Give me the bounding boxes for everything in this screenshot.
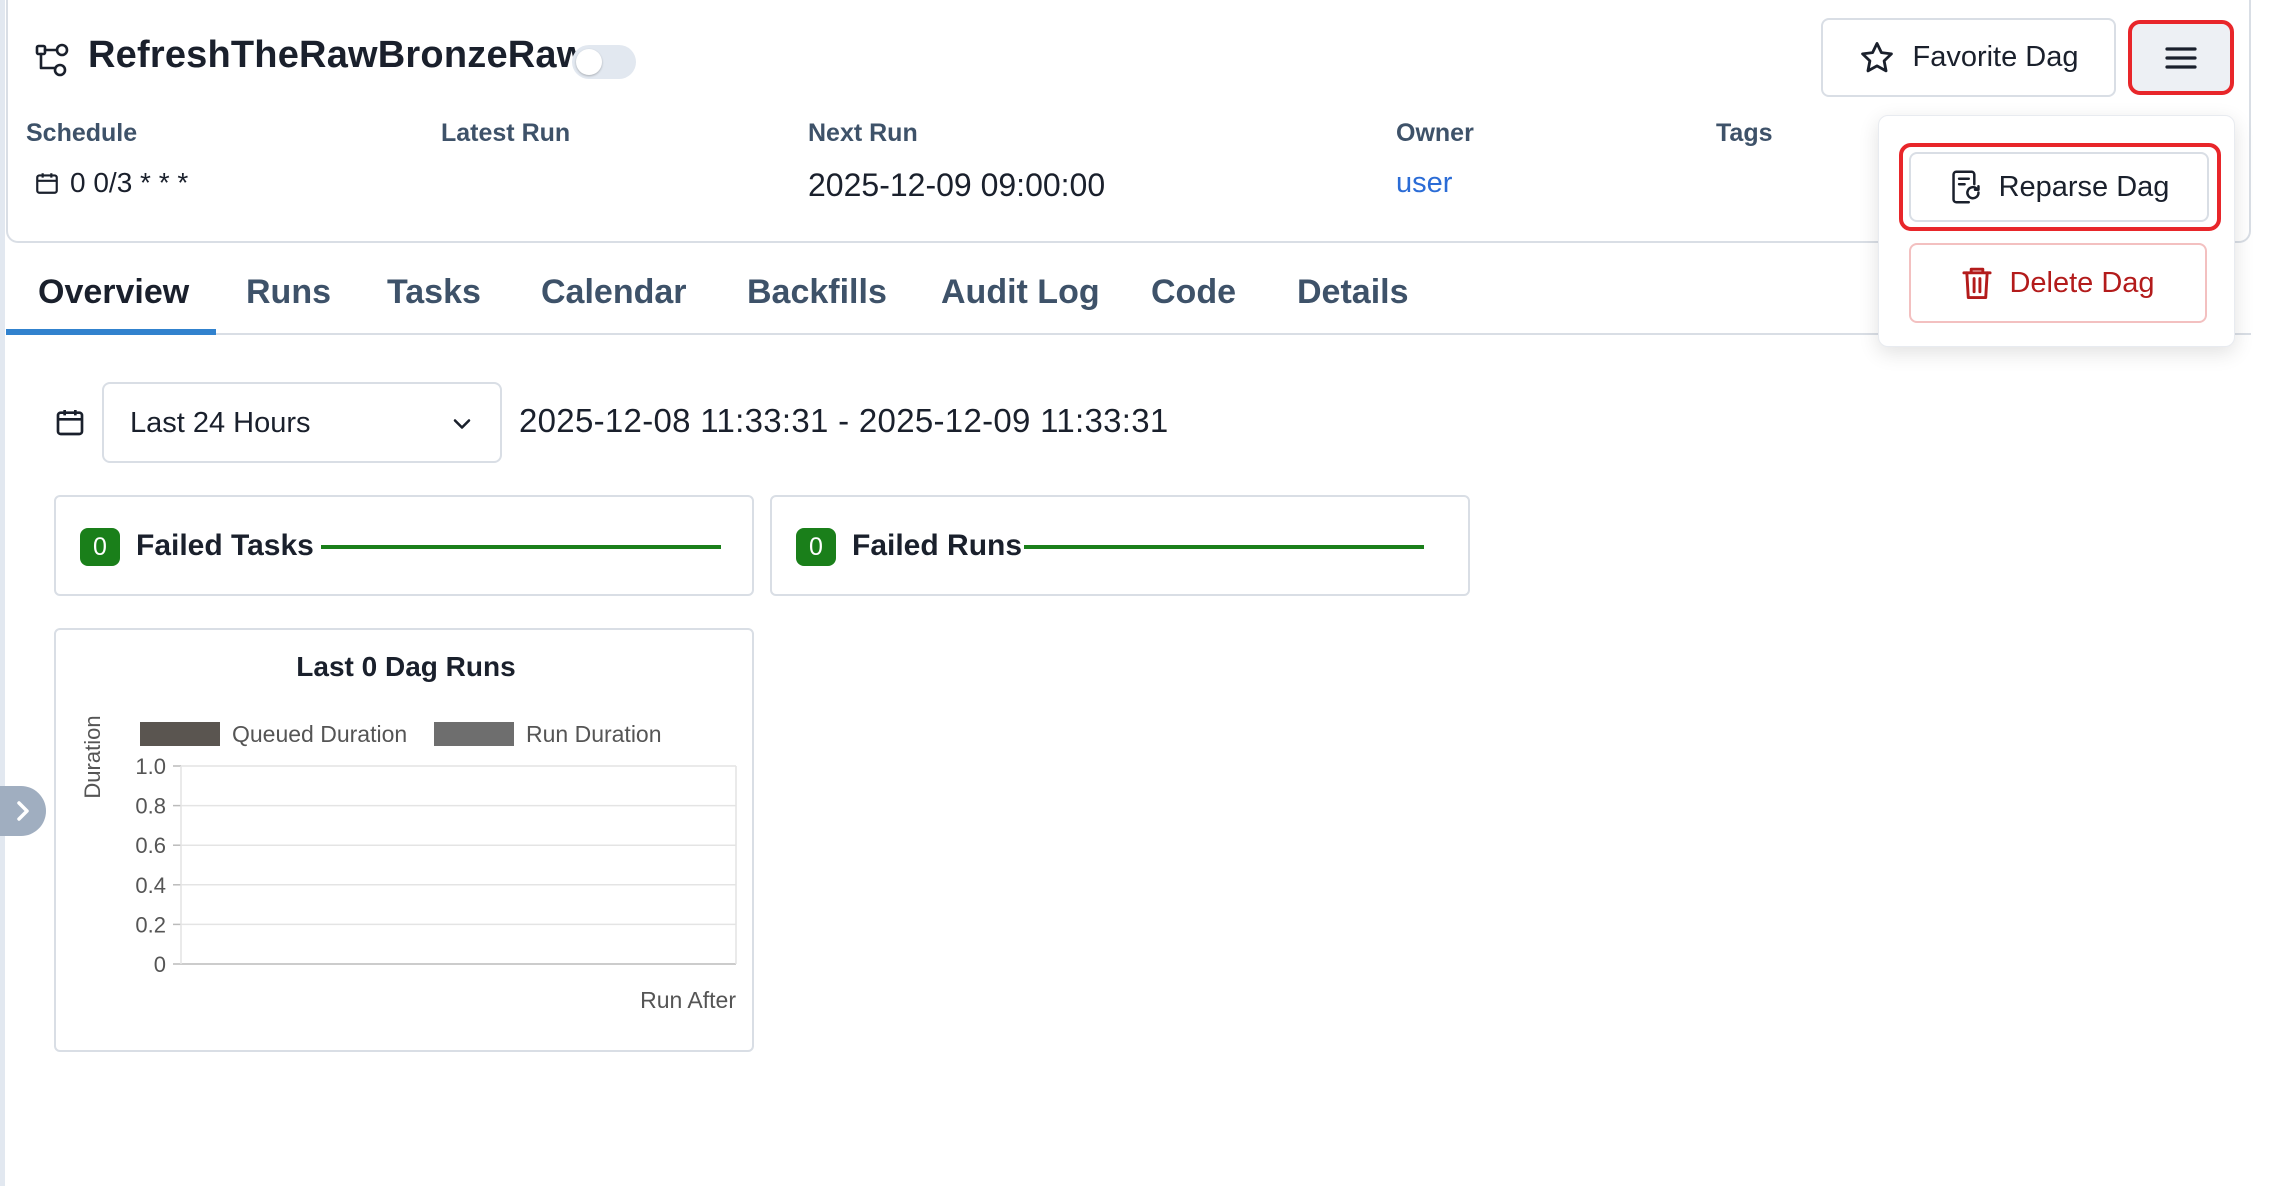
delete-dag-button[interactable]: Delete Dag bbox=[1909, 243, 2207, 323]
time-range-value: Last 24 Hours bbox=[130, 407, 311, 439]
y-tick-label: 1.0 bbox=[135, 754, 166, 779]
tags-label: Tags bbox=[1716, 119, 1773, 147]
schedule-cron: 0 0/3 * * * bbox=[70, 167, 189, 198]
y-axis-label: Duration bbox=[80, 715, 105, 798]
dag-icon bbox=[35, 43, 69, 77]
date-range-text: 2025-12-08 11:33:31 - 2025-12-09 11:33:3… bbox=[519, 402, 1169, 439]
tab-details[interactable]: Details bbox=[1297, 273, 1409, 312]
active-tab-indicator bbox=[6, 329, 216, 335]
failed-tasks-label: Failed Tasks bbox=[136, 529, 314, 562]
failed-runs-label: Failed Runs bbox=[852, 529, 1023, 562]
x-axis-label: Run After bbox=[640, 987, 736, 1013]
y-tick-label: 0.4 bbox=[135, 873, 166, 898]
hamburger-menu-icon bbox=[2165, 46, 2197, 69]
left-rail bbox=[0, 0, 5, 1186]
failed-runs-card[interactable]: 0 Failed Runs bbox=[770, 495, 1470, 596]
y-tick-label: 0.6 bbox=[135, 833, 166, 858]
chart-title: Last 0 Dag Runs bbox=[296, 651, 515, 682]
dag-actions-menu: Reparse Dag Delete Dag bbox=[1878, 115, 2235, 347]
owner-link[interactable]: user bbox=[1396, 167, 1452, 200]
failed-runs-count-badge: 0 bbox=[796, 528, 836, 566]
dag-menu-button[interactable] bbox=[2128, 20, 2234, 95]
favorite-dag-label: Favorite Dag bbox=[1912, 41, 2079, 73]
legend-swatch[interactable] bbox=[434, 722, 514, 746]
failed-runs-sparkline bbox=[1024, 545, 1424, 549]
y-tick-label: 0.8 bbox=[135, 794, 166, 819]
tab-runs[interactable]: Runs bbox=[246, 273, 331, 312]
favorite-dag-button[interactable]: Favorite Dag bbox=[1821, 18, 2116, 97]
next-run-label: Next Run bbox=[808, 119, 918, 147]
star-icon bbox=[1861, 41, 1894, 72]
failed-tasks-card[interactable]: 0 Failed Tasks bbox=[54, 495, 754, 596]
latest-run-label: Latest Run bbox=[441, 119, 571, 147]
chevron-right-icon bbox=[17, 801, 29, 821]
schedule-value: 0 0/3 * * * bbox=[34, 167, 188, 199]
legend-label[interactable]: Queued Duration bbox=[232, 721, 407, 747]
reparse-dag-button[interactable]: Reparse Dag bbox=[1909, 152, 2209, 222]
legend-label[interactable]: Run Duration bbox=[526, 721, 662, 747]
tab-calendar[interactable]: Calendar bbox=[541, 273, 687, 312]
y-tick-label: 0 bbox=[154, 952, 166, 977]
next-run-value: 2025-12-09 09:00:00 bbox=[808, 167, 1106, 203]
failed-tasks-sparkline bbox=[321, 545, 721, 549]
tab-backfills[interactable]: Backfills bbox=[747, 273, 887, 312]
failed-tasks-count-badge: 0 bbox=[80, 528, 120, 566]
time-range-select[interactable]: Last 24 Hours bbox=[102, 382, 502, 463]
delete-dag-label: Delete Dag bbox=[2009, 266, 2155, 299]
tab-overview[interactable]: Overview bbox=[38, 273, 189, 312]
tab-tasks[interactable]: Tasks bbox=[387, 273, 481, 312]
toggle-knob bbox=[576, 49, 602, 75]
y-tick-label: 0.2 bbox=[135, 912, 166, 937]
dag-title: RefreshTheRawBronzeRaw bbox=[88, 34, 587, 76]
tab-code[interactable]: Code bbox=[1151, 273, 1236, 312]
calendar-icon bbox=[56, 410, 84, 436]
owner-label: Owner bbox=[1396, 119, 1474, 147]
dag-runs-chart-card: Last 0 Dag Runs Queued Duration Run Durat… bbox=[54, 628, 754, 1052]
dag-runs-chart: Last 0 Dag Runs Queued Duration Run Durat… bbox=[80, 651, 737, 1013]
chevron-down-icon bbox=[453, 419, 471, 429]
file-refresh-icon bbox=[1951, 170, 1980, 204]
dag-pause-toggle[interactable] bbox=[572, 45, 636, 79]
trash-icon bbox=[1962, 267, 1992, 299]
sidebar-expand-button[interactable] bbox=[0, 786, 46, 836]
schedule-label: Schedule bbox=[26, 119, 138, 147]
calendar-icon bbox=[36, 173, 58, 194]
legend-swatch[interactable] bbox=[140, 722, 220, 746]
reparse-dag-label: Reparse Dag bbox=[1998, 170, 2170, 203]
tab-audit-log[interactable]: Audit Log bbox=[941, 273, 1100, 312]
